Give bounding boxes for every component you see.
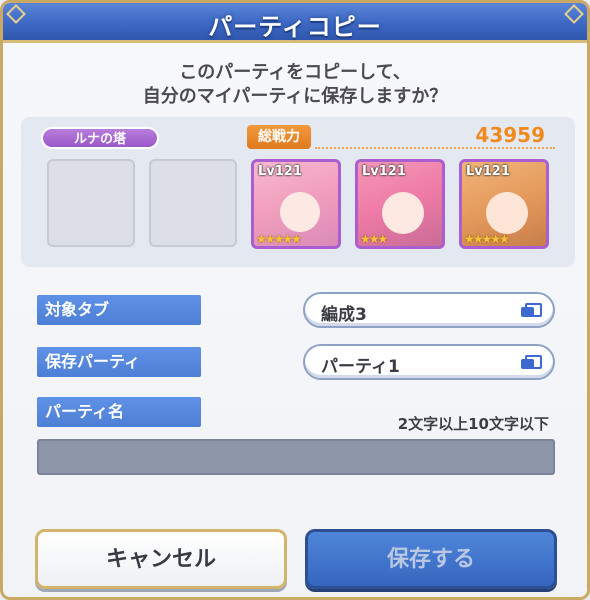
- character-stars: ★★★: [360, 232, 388, 246]
- target-tab-label: 対象タブ: [37, 295, 201, 325]
- party-name-input[interactable]: [37, 439, 555, 475]
- character-level: Lv121: [466, 164, 510, 179]
- character-face: [486, 192, 528, 234]
- dialog-title: パーティコピー: [208, 13, 382, 41]
- party-name-hint: 2文字以上10文字以下: [397, 415, 549, 433]
- confirm-question: このパーティをコピーして、 自分のマイパーティに保存しますか？: [3, 61, 587, 109]
- team-panel: ルナの塔 総戦力 43959 Lv121 ★★★★★ Lv121 ★★★ Lv1…: [21, 117, 575, 267]
- total-power-value: 43959: [475, 123, 545, 147]
- character-stars: ★★★★★: [256, 232, 302, 246]
- save-party-value: パーティ1: [321, 357, 400, 377]
- party-copy-dialog: パーティコピー このパーティをコピーして、 自分のマイパーティに保存しますか？ …: [0, 0, 590, 600]
- power-divider: [315, 147, 555, 149]
- window-select-icon: [521, 303, 542, 318]
- save-party-select[interactable]: パーティ1: [303, 344, 555, 380]
- luna-tower-tag: ルナの塔: [41, 127, 159, 149]
- character-portrait-2[interactable]: Lv121 ★★★: [355, 159, 445, 249]
- save-party-label: 保存パーティ: [37, 347, 201, 377]
- character-portrait-3[interactable]: Lv121 ★★★★★: [459, 159, 549, 249]
- target-tab-value: 編成3: [321, 305, 367, 325]
- character-portrait-1[interactable]: Lv121 ★★★★★: [251, 159, 341, 249]
- cancel-button[interactable]: キャンセル: [35, 529, 287, 589]
- empty-slot: [47, 159, 135, 247]
- character-level: Lv121: [362, 164, 406, 179]
- question-line-2: 自分のマイパーティに保存しますか？: [142, 86, 448, 107]
- window-select-icon: [521, 355, 542, 370]
- character-face: [280, 192, 320, 232]
- character-level: Lv121: [258, 164, 302, 179]
- save-button[interactable]: 保存する: [305, 529, 557, 589]
- target-tab-select[interactable]: 編成3: [303, 292, 555, 328]
- question-line-1: このパーティをコピーして、: [179, 62, 411, 83]
- dialog-titlebar: パーティコピー: [3, 3, 587, 43]
- total-power-label: 総戦力: [247, 125, 311, 149]
- character-stars: ★★★★★: [464, 232, 510, 246]
- empty-slot: [149, 159, 237, 247]
- character-face: [382, 192, 424, 234]
- party-name-label: パーティ名: [37, 397, 201, 427]
